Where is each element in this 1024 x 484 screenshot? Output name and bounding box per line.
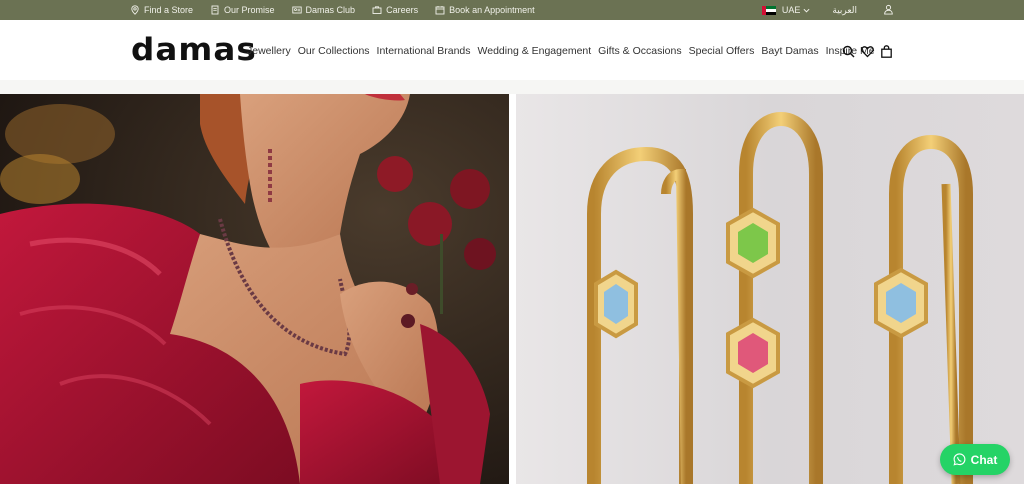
calendar-icon: [435, 6, 445, 15]
nav-jewellery[interactable]: Jewellery: [247, 45, 291, 57]
shopping-bag-icon: [881, 45, 892, 58]
account-button[interactable]: [883, 4, 894, 17]
damas-club-label: Damas Club: [305, 5, 356, 15]
whatsapp-icon: [953, 453, 966, 466]
bracelets-photo: [516, 94, 1024, 484]
heart-icon: [861, 46, 874, 58]
damas-club-link[interactable]: Damas Club: [291, 5, 356, 15]
user-icon: [884, 4, 893, 15]
briefcase-icon: [372, 6, 382, 14]
our-promise-link[interactable]: Our Promise: [210, 5, 275, 15]
location-pin-icon: [131, 5, 139, 15]
member-card-icon: [291, 6, 302, 14]
find-a-store-link[interactable]: Find a Store: [130, 5, 193, 15]
nav-special-offers[interactable]: Special Offers: [689, 45, 755, 57]
nav-gifts-occasions[interactable]: Gifts & Occasions: [598, 45, 681, 57]
nav-our-collections[interactable]: Our Collections: [298, 45, 370, 57]
search-icon: [842, 45, 855, 58]
careers-link[interactable]: Careers: [372, 5, 418, 15]
main-nav: Jewellery Our Collections International …: [247, 45, 882, 57]
careers-label: Careers: [386, 5, 419, 15]
book-appointment-label: Book an Appointment: [449, 5, 535, 15]
language-switch[interactable]: العربية: [832, 5, 857, 16]
header-icons: [842, 45, 899, 58]
utility-right: UAE العربية: [761, 0, 894, 20]
chat-button[interactable]: Chat: [940, 444, 1010, 475]
document-icon: [211, 5, 219, 15]
nav-bayt-damas[interactable]: Bayt Damas: [761, 45, 818, 57]
cart-button[interactable]: [880, 45, 893, 58]
top-utility-bar: Find a Store Our Promise Damas Club Care…: [0, 0, 1024, 20]
uae-flag-icon: [761, 5, 776, 15]
main-header: damas Jewellery Our Collections Internat…: [0, 20, 1024, 80]
search-button[interactable]: [842, 45, 855, 58]
chat-label: Chat: [970, 452, 998, 467]
find-a-store-label: Find a Store: [144, 5, 194, 15]
utility-links: Find a Store Our Promise Damas Club Care…: [130, 0, 552, 20]
hero-image-bracelets[interactable]: [516, 94, 1024, 484]
nav-wedding-engagement[interactable]: Wedding & Engagement: [478, 45, 592, 57]
nav-international-brands[interactable]: International Brands: [377, 45, 471, 57]
model-photo: [0, 94, 509, 484]
brand-logo[interactable]: damas: [131, 32, 257, 68]
our-promise-label: Our Promise: [224, 5, 275, 15]
chevron-down-icon: [803, 8, 810, 13]
country-label: UAE: [781, 5, 801, 15]
header-divider: [0, 80, 1024, 94]
book-appointment-link[interactable]: Book an Appointment: [435, 5, 535, 15]
wishlist-button[interactable]: [861, 45, 874, 58]
country-selector[interactable]: UAE: [761, 5, 811, 15]
hero-image-model[interactable]: [0, 94, 509, 484]
